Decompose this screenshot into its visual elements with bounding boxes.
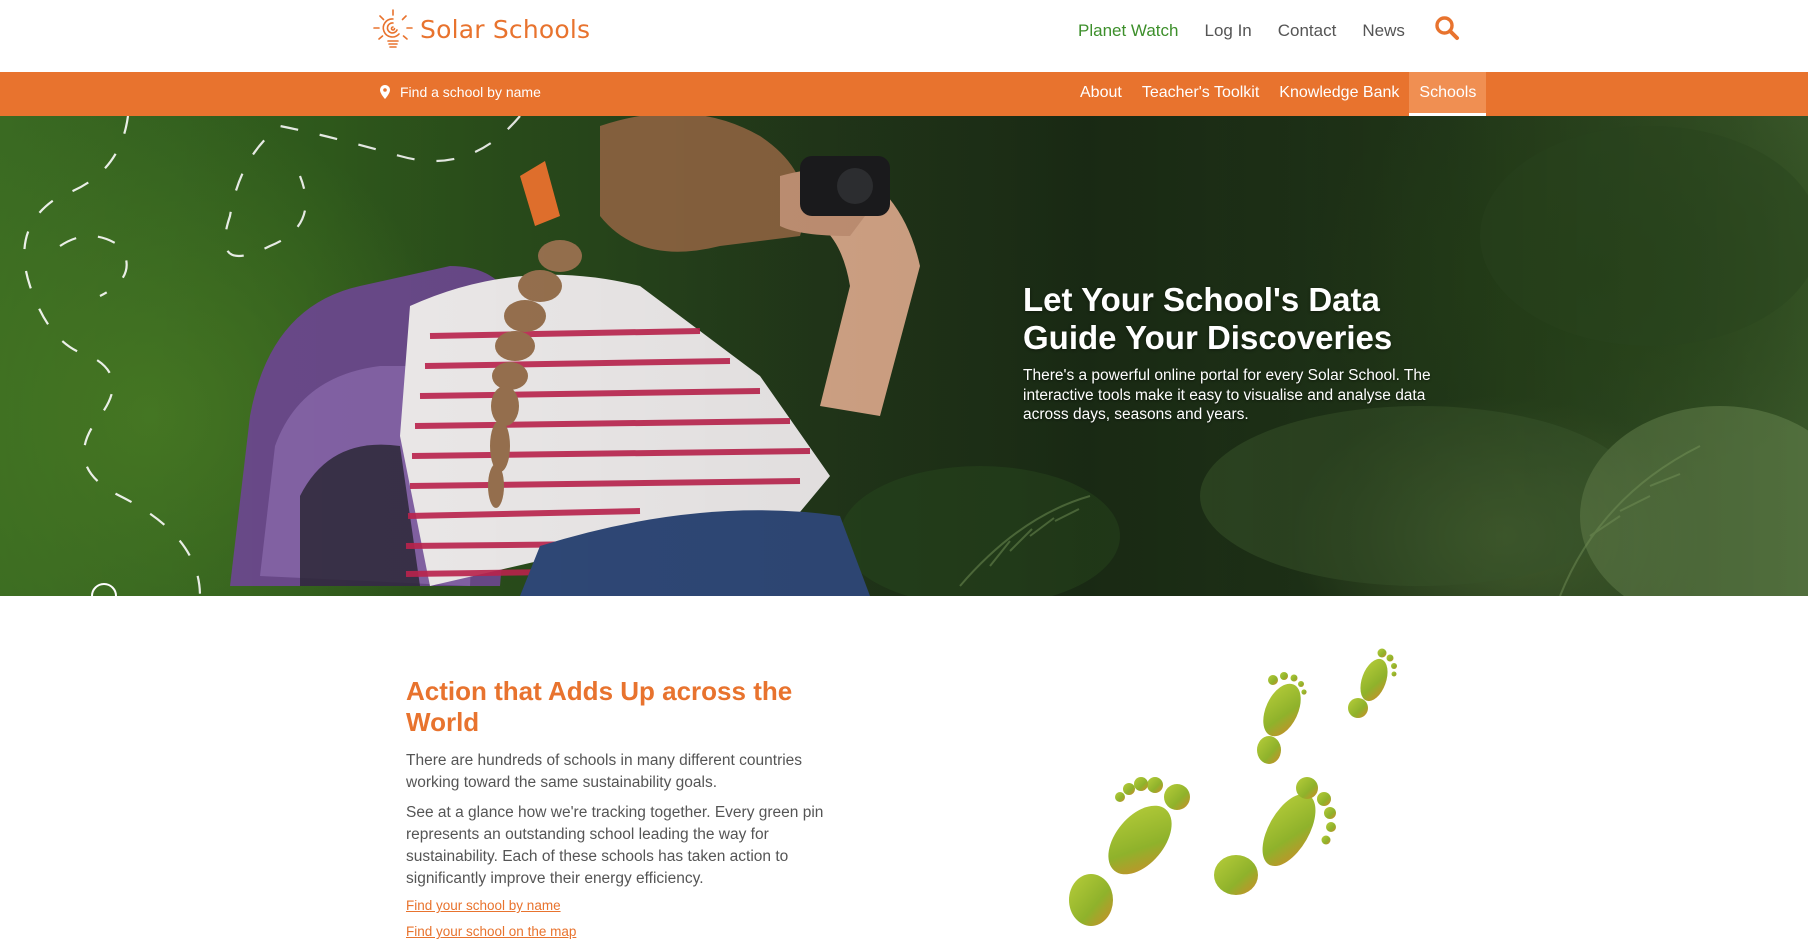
hero-description: There's a powerful online portal for eve… xyxy=(1023,367,1431,423)
tab-schools[interactable]: Schools xyxy=(1409,72,1487,116)
tab-teachers-toolkit[interactable]: Teacher's Toolkit xyxy=(1132,72,1269,116)
footprints-illustration xyxy=(1069,648,1397,926)
nav-log-in[interactable]: Log In xyxy=(1204,21,1251,41)
hero-photo-illustration xyxy=(0,116,1808,596)
top-header: Solar Schools Planet Watch Log In Contac… xyxy=(0,0,1808,72)
nav-planet-watch[interactable]: Planet Watch xyxy=(1078,21,1178,41)
tab-knowledge-bank[interactable]: Knowledge Bank xyxy=(1269,72,1409,116)
find-school-on-map-link[interactable]: Find your school on the map xyxy=(406,924,576,939)
section-paragraph-1: There are hundreds of schools in many di… xyxy=(406,752,803,791)
find-school-by-name-link[interactable]: Find your school by name xyxy=(406,898,561,913)
sun-bulb-logo-icon xyxy=(373,9,413,48)
tab-about[interactable]: About xyxy=(1070,72,1132,116)
section-paragraph-2: See at a glance how we're tracking toget… xyxy=(406,804,824,887)
section-title: Action that Adds Up across the World xyxy=(406,676,793,737)
hero-banner: Let Your School's Data Guide Your Discov… xyxy=(0,116,1808,596)
find-school-link[interactable]: Find a school by name xyxy=(380,84,541,100)
hero-title: Let Your School's Data Guide Your Discov… xyxy=(1023,281,1393,356)
map-pin-icon xyxy=(380,85,390,99)
brand-logo-link[interactable]: Solar Schools xyxy=(372,8,590,50)
top-nav: Planet Watch Log In Contact News xyxy=(1078,21,1431,41)
secondary-nav-bar: Find a school by name About Teacher's To… xyxy=(0,72,1808,116)
find-school-label: Find a school by name xyxy=(400,84,541,100)
nav-news[interactable]: News xyxy=(1362,21,1405,41)
brand-name: Solar Schools xyxy=(420,14,591,44)
nav-contact[interactable]: Contact xyxy=(1278,21,1337,41)
search-icon[interactable] xyxy=(1433,14,1461,42)
sub-nav: About Teacher's Toolkit Knowledge Bank S… xyxy=(1070,72,1487,116)
